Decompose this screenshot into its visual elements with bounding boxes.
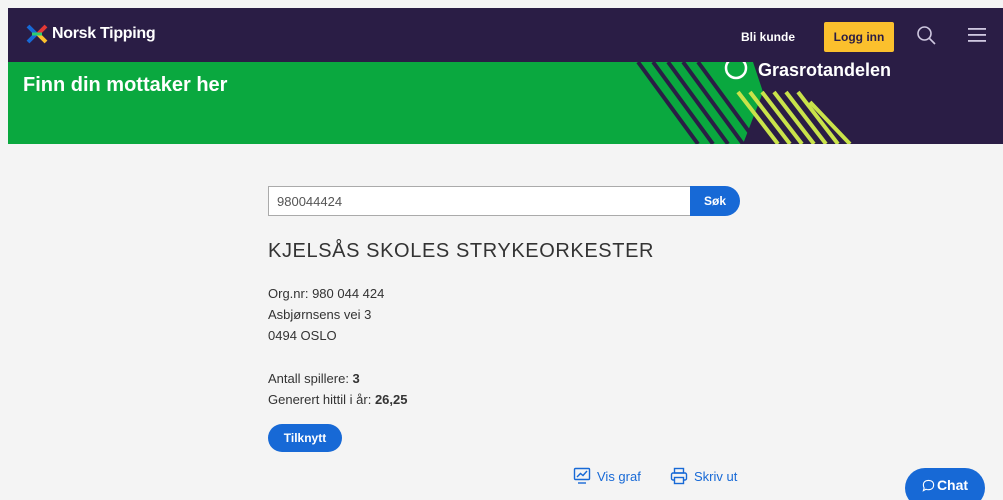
player-count-label: Antall spillere: — [268, 371, 353, 386]
hero-banner: Grasrotandelen Finn din mottaker her — [8, 62, 1003, 144]
menu-icon[interactable] — [966, 26, 988, 44]
bli-kunde-link[interactable]: Bli kunde — [741, 30, 795, 44]
page-title: Finn din mottaker her — [23, 74, 228, 96]
org-number: Org.nr: 980 044 424 — [268, 286, 385, 301]
top-navigation-bar: Norsk Tipping Bli kunde Logg inn — [8, 8, 1003, 62]
brand-logo[interactable]: Norsk Tipping — [26, 23, 156, 45]
printer-icon — [670, 467, 688, 485]
search-form: Søk — [268, 186, 740, 216]
norsk-tipping-logo-icon — [26, 24, 48, 44]
address-line-2: 0494 OSLO — [268, 328, 337, 343]
chat-bubble-icon — [922, 479, 935, 492]
logg-inn-button[interactable]: Logg inn — [824, 22, 894, 52]
chat-button[interactable]: Chat — [905, 468, 985, 500]
player-count-value: 3 — [352, 371, 360, 386]
vis-graf-link[interactable]: Vis graf — [573, 467, 641, 485]
skriv-ut-label: Skriv ut — [694, 468, 738, 484]
search-icon[interactable] — [916, 25, 936, 45]
skriv-ut-link[interactable]: Skriv ut — [670, 467, 737, 485]
tilknytt-button[interactable]: Tilknytt — [268, 424, 342, 452]
chart-icon — [573, 467, 591, 484]
chat-label: Chat — [936, 477, 969, 493]
search-button[interactable]: Søk — [690, 186, 740, 216]
generated-amount-value: 26,25 — [374, 392, 408, 407]
brand-name: Norsk Tipping — [52, 25, 156, 42]
generated-amount-label: Generert hittil i år: — [268, 392, 375, 407]
search-input[interactable] — [268, 186, 692, 216]
vis-graf-label: Vis graf — [597, 468, 641, 484]
organization-name: KJELSÅS SKOLES STRYKEORKESTER — [268, 240, 655, 262]
generated-amount: Generert hittil i år: 26,25 — [268, 392, 407, 407]
player-count: Antall spillere: 3 — [268, 371, 360, 386]
address-line-1: Asbjørnsens vei 3 — [268, 307, 372, 322]
grasrotandelen-logo-text: Grasrotandelen — [758, 62, 892, 80]
